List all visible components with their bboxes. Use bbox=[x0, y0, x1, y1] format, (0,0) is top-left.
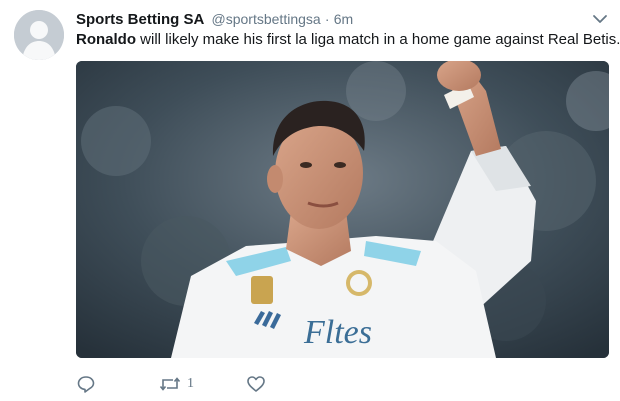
football-player-photo: Fltes bbox=[76, 61, 609, 358]
user-handle[interactable]: @sportsbettingsa bbox=[212, 11, 321, 27]
heart-icon bbox=[247, 376, 265, 392]
jersey-sponsor-text: Fltes bbox=[303, 314, 372, 351]
tweet-actions: 1 bbox=[76, 371, 376, 397]
avatar[interactable] bbox=[14, 10, 64, 60]
retweet-count: 1 bbox=[187, 376, 194, 391]
retweet-button[interactable]: 1 bbox=[159, 371, 194, 397]
tweet: Sports Betting SA @sportsbettingsa · 6m … bbox=[0, 0, 620, 401]
retweet-icon bbox=[159, 377, 181, 391]
like-button[interactable] bbox=[246, 371, 266, 397]
display-name[interactable]: Sports Betting SA bbox=[76, 11, 204, 28]
reply-button[interactable] bbox=[76, 371, 96, 397]
tweet-text-body: will likely make his first la liga match… bbox=[136, 31, 620, 48]
tweet-photo[interactable]: Fltes bbox=[76, 61, 609, 358]
tweet-text: Ronaldo will likely make his first la li… bbox=[76, 30, 620, 50]
timestamp[interactable]: 6m bbox=[334, 11, 353, 27]
tweet-text-lead: Ronaldo bbox=[76, 31, 136, 48]
separator-dot: · bbox=[324, 11, 330, 27]
default-profile-icon bbox=[14, 10, 64, 60]
chevron-down-icon[interactable] bbox=[592, 12, 608, 26]
reply-icon bbox=[77, 376, 95, 393]
tweet-header: Sports Betting SA @sportsbettingsa · 6m bbox=[76, 9, 353, 29]
